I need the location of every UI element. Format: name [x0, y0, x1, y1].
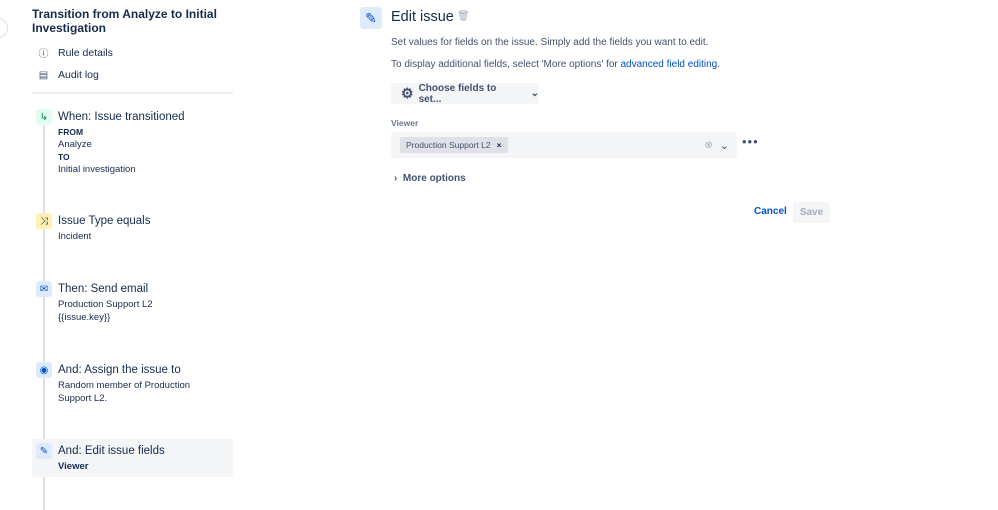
step-details: Production Support L2 {{issue.key}}: [58, 299, 153, 323]
advanced-editing-link[interactable]: advanced field editing: [621, 59, 718, 70]
user-icon: ◉: [36, 362, 52, 378]
step-details: FROM Analyze TO Initial investigation: [58, 127, 136, 175]
trash-icon[interactable]: 🗑: [457, 11, 470, 22]
gear-icon: ⚙: [401, 85, 414, 101]
description: Set values for fields on the issue. Simp…: [391, 37, 709, 48]
more-actions-icon[interactable]: •••: [742, 134, 759, 149]
clear-icon[interactable]: ⊗: [704, 140, 712, 151]
viewer-field[interactable]: Production Support L2 × ⊗ ⌄: [391, 132, 737, 158]
tag: Production Support L2 ×: [400, 137, 508, 153]
back-button[interactable]: [0, 18, 8, 38]
more-options-toggle[interactable]: › More options: [394, 173, 466, 184]
pencil-icon: ✎: [360, 7, 382, 29]
save-button[interactable]: Save: [793, 202, 830, 223]
pencil-icon: ✎: [36, 443, 52, 459]
chevron-right-icon: ›: [394, 173, 398, 184]
step-title[interactable]: When: Issue transitioned: [58, 111, 185, 123]
nav-rule-details[interactable]: ⓘ Rule details: [38, 45, 113, 61]
info-icon: ⓘ: [38, 49, 49, 60]
step-title[interactable]: Then: Send email: [58, 283, 148, 295]
email-icon: ✉: [36, 281, 52, 297]
step-title[interactable]: And: Assign the issue to: [58, 364, 181, 376]
rule-title: Transition from Analyze to Initial Inves…: [32, 7, 217, 35]
choose-fields-button[interactable]: ⚙ Choose fields to set... ⌄: [391, 83, 539, 105]
remove-tag-icon[interactable]: ×: [497, 140, 502, 150]
shuffle-icon: ⤨: [36, 213, 52, 229]
step-title[interactable]: And: Edit issue fields: [58, 445, 165, 457]
document-icon: ▤: [38, 69, 49, 81]
chevron-down-icon[interactable]: ⌄: [720, 139, 729, 152]
cancel-button[interactable]: Cancel: [754, 206, 787, 217]
editor-title: Edit issue: [391, 9, 454, 25]
step-details: Viewer: [58, 461, 89, 472]
nav-audit-log[interactable]: ▤ Audit log: [38, 69, 99, 81]
divider: [32, 92, 233, 94]
chevron-down-icon: ⌄: [530, 88, 539, 99]
field-label: Viewer: [391, 118, 419, 128]
description-2: To display additional fields, select 'Mo…: [391, 59, 721, 70]
step-title[interactable]: Issue Type equals: [58, 215, 151, 227]
step-details: Incident: [58, 231, 92, 242]
transition-icon: ↳: [36, 109, 52, 125]
step-details: Random member of Production Support L2.: [58, 380, 191, 404]
